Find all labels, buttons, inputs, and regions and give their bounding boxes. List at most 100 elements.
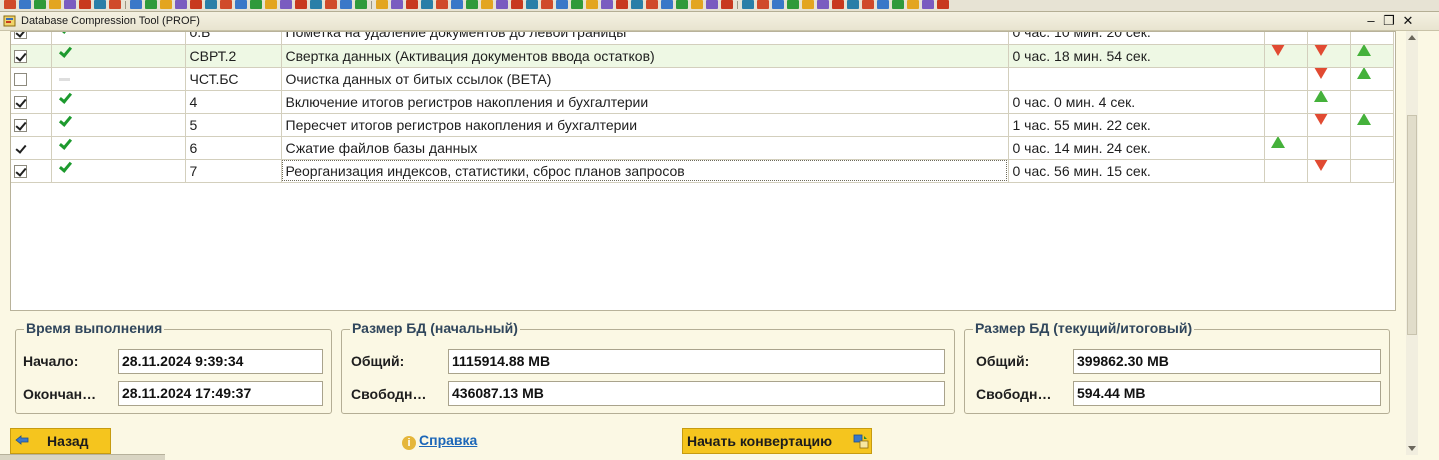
current-total-field[interactable]: 399862.30 MB xyxy=(1073,349,1381,374)
table-row[interactable]: ЧСТ.БС Очистка данных от битых ссылок (BE… xyxy=(11,67,1394,91)
toolbar-button-icon[interactable] xyxy=(466,0,478,9)
toolbar-button-icon[interactable] xyxy=(190,0,202,9)
toolbar-button-icon[interactable] xyxy=(310,0,322,9)
toolbar-button-icon[interactable] xyxy=(4,0,16,9)
toolbar-button-icon[interactable] xyxy=(160,0,172,9)
steps-table[interactable]: 0.Б Пометка на удаление документов до лев… xyxy=(10,31,1396,311)
toolbar-button-icon[interactable] xyxy=(94,0,106,9)
toolbar-button-icon[interactable] xyxy=(175,0,187,9)
toolbar-button-icon[interactable] xyxy=(526,0,538,9)
minimize-icon[interactable]: – xyxy=(1363,13,1379,29)
step-checkbox[interactable] xyxy=(14,142,27,155)
toolbar-button-icon[interactable] xyxy=(406,0,418,9)
toolbar-button-icon[interactable] xyxy=(616,0,628,9)
toolbar-button-icon[interactable] xyxy=(787,0,799,9)
toolbar-button-icon[interactable] xyxy=(877,0,889,9)
toolbar-button-icon[interactable] xyxy=(586,0,598,9)
toolbar-button-icon[interactable] xyxy=(340,0,352,9)
close-icon[interactable]: ✕ xyxy=(1400,13,1416,29)
toolbar-button-icon[interactable] xyxy=(862,0,874,9)
table-row[interactable]: 7 Реорганизация индексов, статистики, сбр… xyxy=(11,159,1394,183)
toolbar-button-icon[interactable] xyxy=(19,0,31,9)
toolbar-button-icon[interactable] xyxy=(691,0,703,9)
toolbar-button-icon[interactable] xyxy=(541,0,553,9)
back-button[interactable]: Назад xyxy=(10,428,111,454)
step-checkbox[interactable] xyxy=(14,72,27,86)
vertical-scrollbar[interactable] xyxy=(1406,31,1418,455)
enabled-cell[interactable] xyxy=(11,90,52,114)
start-field[interactable]: 28.11.2024 9:39:34 xyxy=(118,349,323,374)
toolbar-button-icon[interactable] xyxy=(325,0,337,9)
toolbar-button-icon[interactable] xyxy=(631,0,643,9)
toolbar-button-icon[interactable] xyxy=(907,0,919,9)
step-checkbox[interactable] xyxy=(14,32,27,40)
toolbar-button-icon[interactable] xyxy=(511,0,523,9)
toolbar-button-icon[interactable] xyxy=(280,0,292,9)
toolbar-button-icon[interactable] xyxy=(817,0,829,9)
toolbar-button-icon[interactable] xyxy=(892,0,904,9)
toolbar-button-icon[interactable] xyxy=(832,0,844,9)
toolbar-button-icon[interactable] xyxy=(421,0,433,9)
help-link[interactable]: i Справка xyxy=(402,432,477,450)
table-row[interactable]: 5 Пересчет итогов регистров накопления и … xyxy=(11,113,1394,137)
enabled-cell[interactable] xyxy=(11,159,52,183)
step-checkbox[interactable] xyxy=(14,118,27,132)
toolbar-button-icon[interactable] xyxy=(556,0,568,9)
toolbar-button-icon[interactable] xyxy=(376,0,388,9)
toolbar-button-icon[interactable] xyxy=(757,0,769,9)
toolbar-button-icon[interactable] xyxy=(937,0,949,9)
toolbar-button-icon[interactable] xyxy=(706,0,718,9)
initial-free-field[interactable]: 436087.13 MB xyxy=(448,381,945,406)
toolbar-button-icon[interactable] xyxy=(250,0,262,9)
enabled-cell[interactable] xyxy=(11,113,52,137)
scroll-up-icon[interactable] xyxy=(1408,35,1416,40)
table-row[interactable]: 0.Б Пометка на удаление документов до лев… xyxy=(11,32,1394,45)
toolbar-button-icon[interactable] xyxy=(436,0,448,9)
toolbar-button-icon[interactable] xyxy=(742,0,754,9)
toolbar-button-icon[interactable] xyxy=(391,0,403,9)
step-checkbox[interactable] xyxy=(14,164,27,178)
toolbar-button-icon[interactable] xyxy=(481,0,493,9)
start-conversion-button[interactable]: Начать конвертацию xyxy=(682,428,872,454)
step-checkbox[interactable] xyxy=(14,95,27,109)
scrollbar-thumb[interactable] xyxy=(1407,114,1417,335)
toolbar-button-icon[interactable] xyxy=(661,0,673,9)
toolbar-button-icon[interactable] xyxy=(922,0,934,9)
toolbar-button-icon[interactable] xyxy=(34,0,46,9)
enabled-cell[interactable] xyxy=(11,136,52,160)
toolbar-button-icon[interactable] xyxy=(220,0,232,9)
enabled-cell[interactable] xyxy=(11,32,52,45)
toolbar-button-icon[interactable] xyxy=(205,0,217,9)
enabled-cell[interactable] xyxy=(11,67,52,91)
toolbar-button-icon[interactable] xyxy=(265,0,277,9)
restore-icon[interactable]: ❐ xyxy=(1381,13,1397,29)
toolbar-button-icon[interactable] xyxy=(109,0,121,9)
current-free-field[interactable]: 594.44 MB xyxy=(1073,381,1381,406)
toolbar-button-icon[interactable] xyxy=(145,0,157,9)
table-row[interactable]: 6 Сжатие файлов базы данных 0 час. 14 мин.… xyxy=(11,136,1394,160)
toolbar-button-icon[interactable] xyxy=(571,0,583,9)
toolbar-button-icon[interactable] xyxy=(130,0,142,9)
toolbar-button-icon[interactable] xyxy=(79,0,91,9)
toolbar-button-icon[interactable] xyxy=(355,0,367,9)
toolbar-button-icon[interactable] xyxy=(847,0,859,9)
toolbar-button-icon[interactable] xyxy=(676,0,688,9)
step-checkbox[interactable] xyxy=(14,49,27,63)
initial-total-field[interactable]: 1115914.88 MB xyxy=(448,349,945,374)
toolbar-button-icon[interactable] xyxy=(721,0,733,9)
toolbar-button-icon[interactable] xyxy=(772,0,784,9)
toolbar-button-icon[interactable] xyxy=(802,0,814,9)
toolbar-button-icon[interactable] xyxy=(295,0,307,9)
table-row[interactable]: 4 Включение итогов регистров накопления и… xyxy=(11,90,1394,114)
toolbar-button-icon[interactable] xyxy=(451,0,463,9)
end-field[interactable]: 28.11.2024 17:49:37 xyxy=(118,381,323,406)
toolbar-button-icon[interactable] xyxy=(235,0,247,9)
toolbar-button-icon[interactable] xyxy=(49,0,61,9)
toolbar-button-icon[interactable] xyxy=(646,0,658,9)
scroll-down-icon[interactable] xyxy=(1408,446,1416,451)
toolbar-button-icon[interactable] xyxy=(601,0,613,9)
toolbar-button-icon[interactable] xyxy=(496,0,508,9)
toolbar-button-icon[interactable] xyxy=(64,0,76,9)
enabled-cell[interactable] xyxy=(11,44,52,68)
table-row[interactable]: СВРТ.2 Свертка данных (Активация документ… xyxy=(11,44,1394,68)
